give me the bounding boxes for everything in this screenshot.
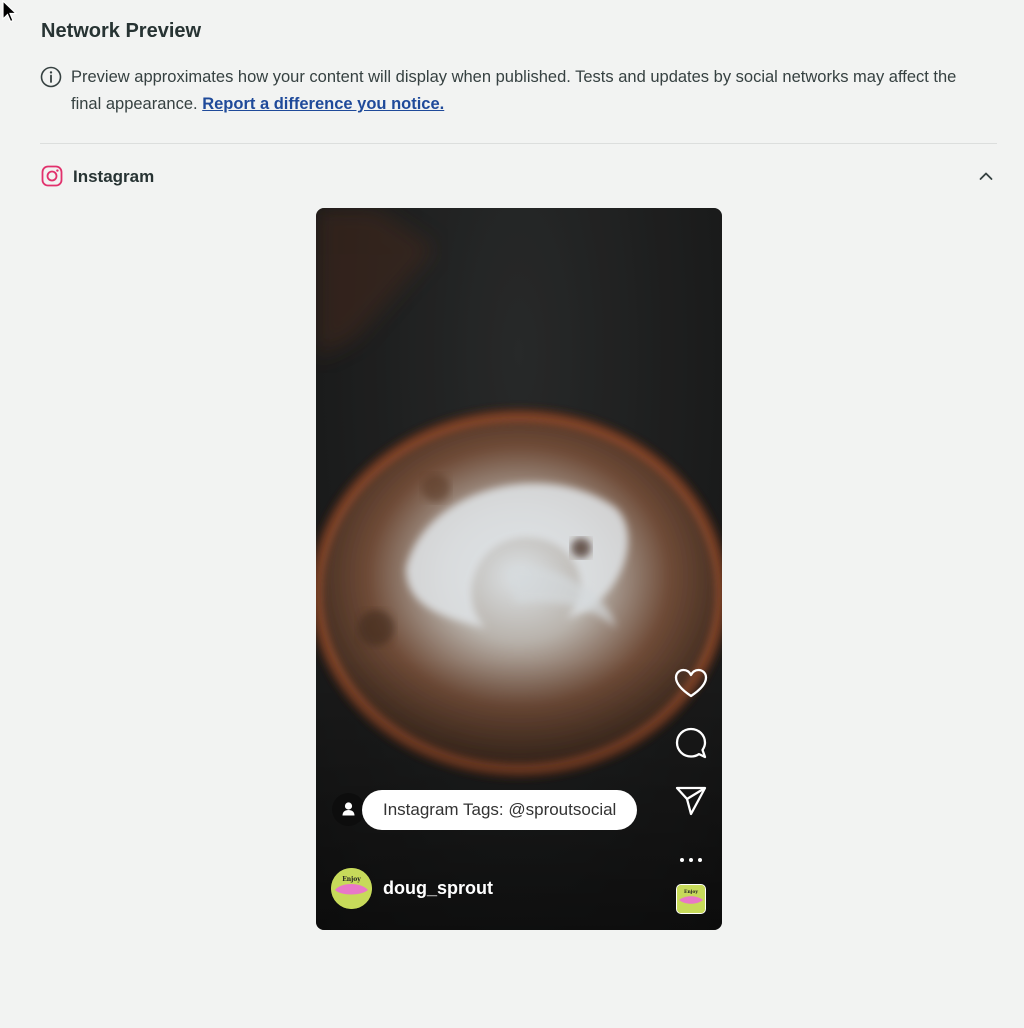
comment-bubble-icon[interactable] bbox=[674, 726, 708, 760]
brand-logo-image: Enjoy bbox=[331, 868, 372, 909]
report-difference-link[interactable]: Report a difference you notice. bbox=[202, 95, 444, 113]
preview-notice-text: Preview approximates how your content wi… bbox=[71, 64, 991, 118]
info-circle-icon bbox=[40, 66, 62, 88]
network-name: Instagram bbox=[73, 167, 155, 186]
heart-icon[interactable] bbox=[674, 667, 708, 701]
instagram-icon bbox=[41, 165, 63, 187]
ellipsis-icon[interactable] bbox=[679, 856, 703, 864]
send-icon[interactable] bbox=[675, 786, 707, 816]
chevron-up-icon[interactable] bbox=[978, 168, 994, 184]
audio-thumbnail[interactable]: Enjoy bbox=[676, 884, 706, 914]
instagram-reel-preview: Instagram Tags: @sproutsocial Enjoy doug… bbox=[316, 208, 722, 930]
section-divider bbox=[40, 143, 997, 144]
thumbnail-brand-text: Enjoy bbox=[684, 889, 698, 895]
page-title: Network Preview bbox=[41, 20, 202, 42]
avatar[interactable]: Enjoy bbox=[331, 868, 372, 909]
tag-user-avatar bbox=[332, 793, 365, 826]
avatar-brand-text: Enjoy bbox=[342, 876, 361, 883]
instagram-section-header[interactable]: Instagram bbox=[40, 160, 997, 194]
user-icon bbox=[342, 802, 355, 816]
instagram-tag-pill[interactable]: Instagram Tags: @sproutsocial bbox=[362, 790, 638, 830]
mouse-cursor-icon bbox=[2, 0, 18, 23]
audio-thumbnail-image: Enjoy bbox=[677, 885, 705, 913]
username[interactable]: doug_sprout bbox=[383, 878, 493, 899]
